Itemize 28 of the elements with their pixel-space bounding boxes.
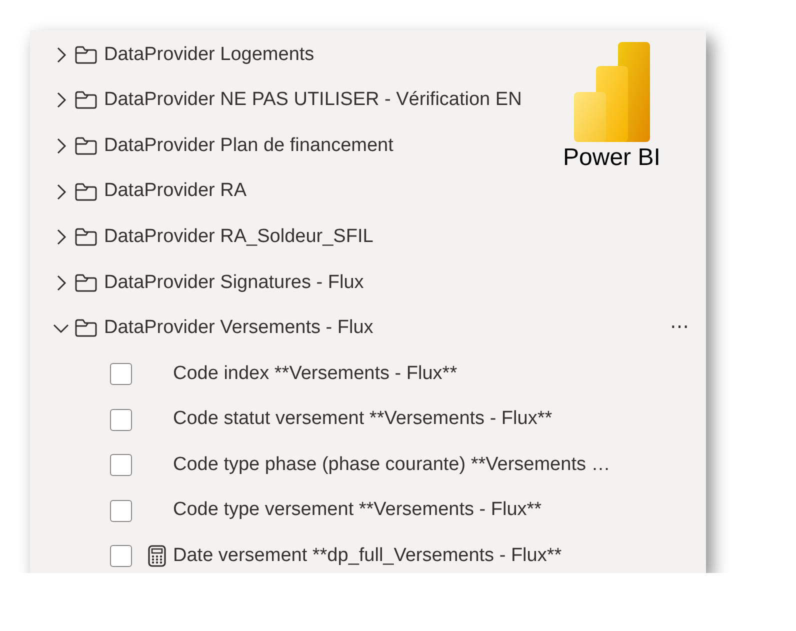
field-name[interactable]: Date versement **dp_full_Versements - Flux**	[173, 542, 562, 571]
folder-name[interactable]: DataProvider Versements - Flux	[104, 314, 374, 343]
field-name[interactable]: Code statut versement **Versements - Flux**	[173, 405, 552, 434]
folder-icon	[74, 182, 98, 202]
folder-name[interactable]: DataProvider Plan de financement	[104, 132, 394, 160]
checkbox[interactable]	[110, 408, 132, 431]
checkbox[interactable]	[110, 362, 132, 385]
field-name[interactable]: Code index **Versements - Flux**	[173, 360, 458, 388]
checkbox[interactable]	[110, 500, 132, 522]
field-name[interactable]: Code type phase (phase courante) **Versements …	[173, 450, 610, 480]
more-options-button[interactable]: ⋯	[670, 314, 690, 343]
folder-icon	[74, 272, 98, 293]
folder-name[interactable]: DataProvider Logements	[104, 40, 314, 70]
folder-icon	[74, 44, 98, 65]
folder-name[interactable]: DataProvider RA_Soldeur_SFIL	[104, 222, 374, 252]
checkbox[interactable]	[110, 454, 132, 476]
folder-icon	[74, 90, 98, 110]
checkbox[interactable]	[110, 545, 132, 568]
folder-name[interactable]: DataProvider NE PAS UTILISER - Vérification EN	[104, 86, 522, 115]
folder-name[interactable]: DataProvider Signatures - Flux	[104, 268, 364, 298]
calculator-icon	[145, 544, 169, 568]
logo-label: Power BI	[563, 146, 660, 170]
folder-name[interactable]: DataProvider RA	[104, 177, 247, 206]
field-name[interactable]: Code type versement **Versements - Flux**	[173, 496, 542, 525]
folder-icon	[74, 227, 98, 248]
folder-icon	[74, 318, 98, 338]
folder-icon	[74, 136, 98, 156]
power-bi-logo-icon	[572, 40, 652, 144]
